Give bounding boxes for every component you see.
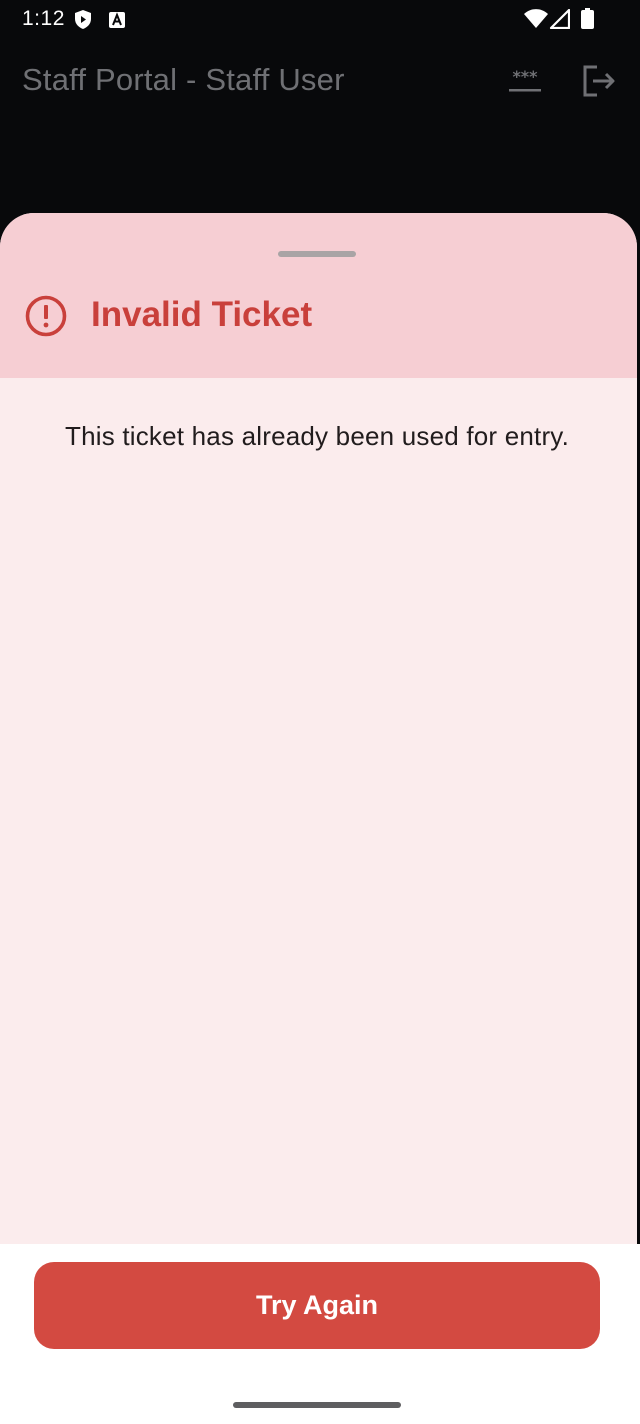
app-bar: Staff Portal - Staff User *** [0,38,640,214]
sheet-title: Invalid Ticket [91,295,313,334]
drag-handle[interactable] [278,251,356,257]
svg-text:***: *** [512,68,538,86]
try-again-button[interactable]: Try Again [34,1262,600,1349]
sheet-message: This ticket has already been used for en… [64,421,570,451]
home-indicator[interactable] [233,1402,401,1408]
invalid-ticket-sheet: Invalid Ticket This ticket has already b… [0,213,637,1244]
password-icon[interactable]: *** [505,67,545,96]
screen: 1:12 Staff Portal - Staff User *** Inval… [0,0,640,1424]
a-notification-icon [109,10,125,34]
app-title: Staff Portal - Staff User [22,62,345,97]
shield-icon [74,10,92,35]
alert-circle-icon [24,294,68,338]
status-time: 1:12 [22,7,65,30]
sheet-header: Invalid Ticket [0,213,637,378]
bottom-action-bar: Try Again [0,1244,640,1424]
signal-icon [549,8,571,35]
logout-icon[interactable] [581,64,617,98]
battery-icon [581,8,594,35]
status-bar: 1:12 [0,0,640,38]
wifi-icon [524,9,548,34]
